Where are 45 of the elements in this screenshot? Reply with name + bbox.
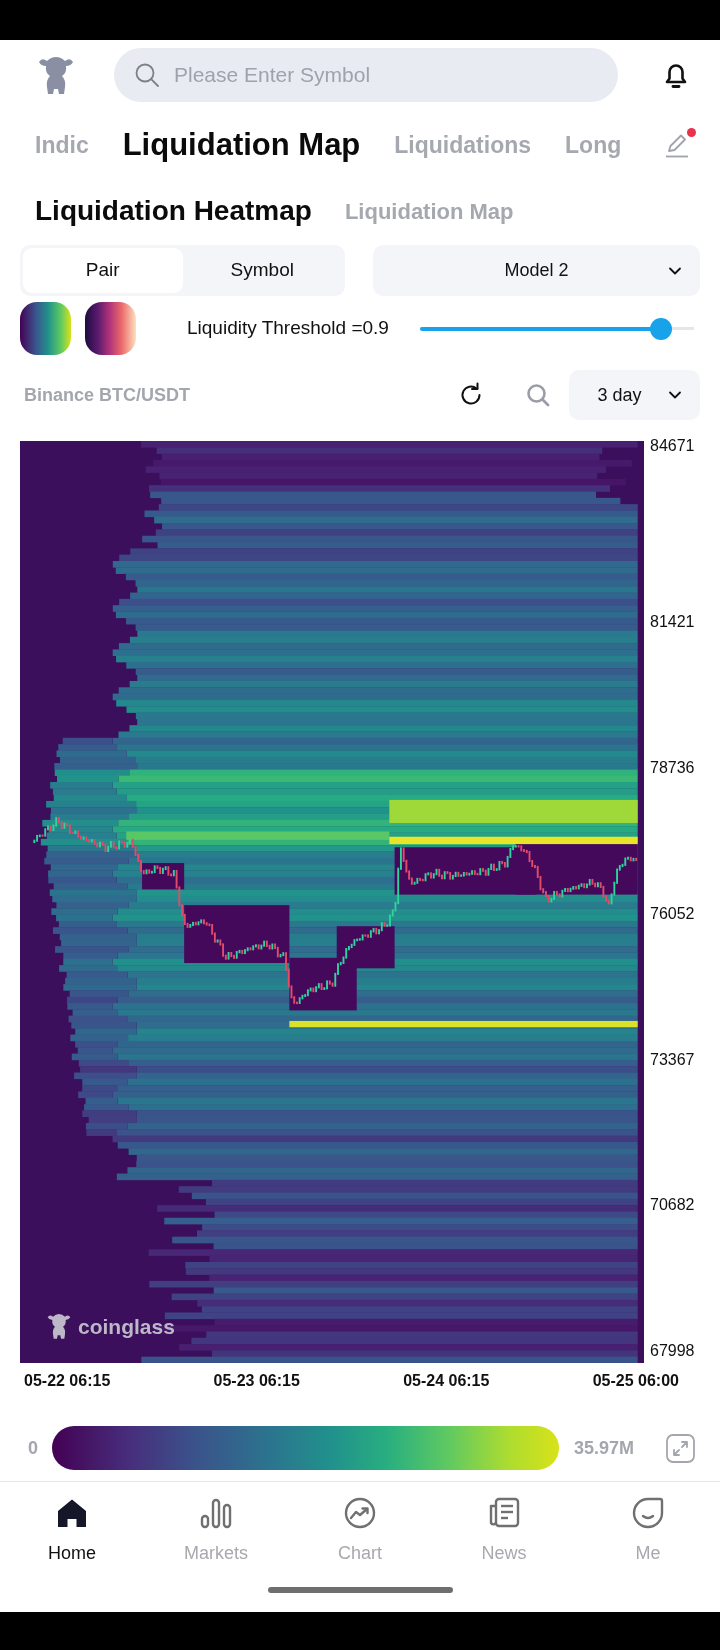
view-tab[interactable]: Liquidation Heatmap [35, 190, 312, 232]
search-field[interactable]: Please Enter Symbol [114, 48, 618, 102]
mascot-icon [47, 1311, 71, 1342]
face-icon [631, 1496, 665, 1530]
view-tab[interactable]: Liquidation Map [344, 194, 514, 228]
gradient-swatch-icon[interactable] [20, 302, 71, 355]
watermark-label: coinglass [78, 1313, 175, 1340]
axis-tick-label: 05-25 06:00 [592, 1371, 679, 1391]
threshold-label: Liquidity Threshold =0.9 [187, 316, 389, 341]
nav-tab[interactable]: Chart [288, 1482, 432, 1570]
slider-thumb[interactable] [650, 317, 673, 340]
axis-tick-label: 05-23 06:15 [213, 1371, 300, 1391]
category-tab[interactable]: Indic [35, 127, 89, 163]
nav-tab[interactable]: Home [0, 1482, 144, 1570]
axis-tick-label: 67998 [650, 1341, 695, 1361]
category-tab[interactable]: Long [565, 127, 622, 163]
segment-tab[interactable]: Symbol [182, 248, 342, 293]
scale-max-label: 35.97M [574, 1436, 635, 1460]
mascot-logo-icon [38, 54, 74, 96]
segment-tab[interactable]: Pair [23, 248, 183, 293]
model-select[interactable]: Model 2 [373, 245, 700, 296]
nav-tab[interactable]: Me [576, 1482, 720, 1570]
range-select[interactable]: 3 day [569, 370, 700, 420]
axis-tick-label: 78736 [650, 758, 695, 779]
axis-tick-label: 05-22 06:15 [24, 1371, 111, 1391]
axis-tick-label: 05-24 06:15 [403, 1371, 490, 1391]
pair-label: Binance BTC/USDT [24, 383, 191, 407]
nav-tab[interactable]: News [432, 1482, 576, 1570]
axis-tick-label: 84671 [650, 436, 695, 456]
axis-tick-label: 70682 [650, 1195, 695, 1216]
bar-chart-icon [199, 1496, 233, 1530]
scale-min-label: 0 [28, 1436, 38, 1460]
category-tab[interactable]: Liquidations [394, 127, 532, 163]
axis-tick-label: 73367 [650, 1049, 695, 1070]
gradient-swatch-icon[interactable] [85, 302, 136, 355]
category-tab[interactable]: Liquidation Map [122, 121, 361, 169]
axis-tick-label: 81421 [650, 612, 695, 633]
axis-tick-label: 76052 [650, 903, 695, 924]
nav-tab[interactable]: Markets [144, 1482, 288, 1570]
search-icon [134, 62, 160, 88]
document-icon [487, 1496, 521, 1530]
pencil-icon[interactable] [664, 132, 690, 158]
expand-icon[interactable] [666, 1433, 695, 1463]
trend-chart-icon [343, 1496, 377, 1530]
search-icon[interactable] [526, 383, 550, 407]
